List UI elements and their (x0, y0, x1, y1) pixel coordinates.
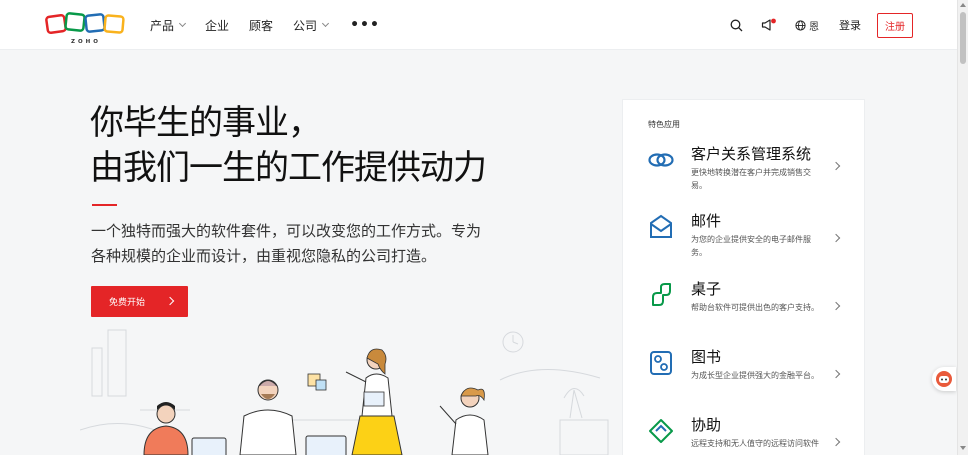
chat-bot-icon (936, 371, 952, 387)
hero-title-line1: 你毕生的事业， (90, 103, 322, 143)
person-yellow-skirt (345, 348, 403, 455)
app-name: 协助 (691, 416, 722, 434)
app-desc: 帮助台软件可提供出色的客户支持。 (691, 303, 819, 312)
nav-item-label: 企业 (205, 18, 230, 33)
app-name: 邮件 (691, 212, 722, 230)
chevron-right-icon (831, 233, 841, 243)
megaphone-icon (761, 18, 776, 31)
hero-divider (92, 204, 117, 206)
featured-apps-panel: 特色应用 客户关系管理系统 更快地转换潜在客户并完成销售交易。 邮件 为您的企业… (622, 99, 865, 455)
app-desc: 为您的企业提供安全的电子邮件服务。 (691, 235, 811, 257)
page: ZOHO 产品 企业 顾客 公司 ••• 恩 登录 注册 你毕生的事业， 由我们… (0, 0, 957, 455)
hero-title: 你毕生的事业， 由我们一生的工作提供动力 (90, 101, 487, 191)
zoho-logo[interactable]: ZOHO (44, 10, 128, 46)
search-icon (730, 19, 743, 31)
app-item-assist[interactable]: 协助 远程支持和无人值守的远程访问软件 (623, 416, 866, 455)
app-name: 桌子 (691, 280, 722, 298)
hero-subtitle: 一个独特而强大的软件套件，可以改变您的工作方式。专为各种规模的企业而设计，由重视… (91, 222, 482, 265)
team-illustration (80, 329, 609, 455)
top-header: ZOHO 产品 企业 顾客 公司 ••• 恩 登录 注册 (0, 0, 957, 50)
chevron-right-icon (831, 437, 841, 447)
chevron-right-icon (831, 161, 841, 171)
search-button[interactable] (730, 19, 743, 32)
logo-wordmark: ZOHO (71, 39, 101, 45)
scroll-down-arrow-icon[interactable] (960, 446, 966, 450)
nav-more-button[interactable]: ••• (350, 17, 380, 33)
app-name: 客户关系管理系统 (691, 145, 812, 163)
chevron-down-icon (178, 19, 187, 28)
chevron-right-icon (165, 296, 175, 306)
scrollbar-thumb[interactable] (960, 12, 966, 64)
cta-label: 免费开始 (109, 298, 146, 308)
signup-button[interactable]: 注册 (877, 12, 913, 38)
announcements-button[interactable] (761, 18, 777, 32)
nav-item-customers[interactable]: 顾客 (249, 17, 273, 34)
header-actions: 恩 登录 注册 (712, 0, 913, 50)
globe-icon (795, 19, 806, 31)
app-item-desk[interactable]: 桌子 帮助台软件可提供出色的客户支持。 (623, 280, 866, 341)
app-name: 图书 (691, 348, 722, 366)
nav-item-company[interactable]: 公司 (293, 17, 330, 34)
main-nav: 产品 企业 顾客 公司 ••• (150, 0, 400, 50)
app-item-crm[interactable]: 客户关系管理系统 更快地转换潜在客户并完成销售交易。 (623, 145, 866, 206)
page-scrollbar[interactable] (957, 0, 968, 455)
app-desc: 为成长型企业提供强大的金融平台。 (691, 371, 819, 380)
nav-item-enterprise[interactable]: 企业 (205, 17, 229, 34)
more-icon: ••• (350, 17, 380, 33)
app-desc: 远程支持和无人值守的远程访问软件 (691, 439, 819, 448)
nav-item-label: 顾客 (249, 18, 274, 33)
crm-icon (648, 153, 674, 167)
chevron-down-icon (322, 19, 330, 28)
featured-apps-label: 特色应用 (648, 120, 680, 129)
language-label: 恩 (809, 21, 819, 33)
scroll-up-arrow-icon[interactable] (960, 3, 966, 7)
person-ponytail (439, 387, 489, 455)
chevron-right-icon (831, 369, 841, 379)
app-item-mail[interactable]: 邮件 为您的企业提供安全的电子邮件服务。 (623, 212, 866, 273)
desk-icon (652, 283, 671, 306)
nav-item-label: 公司 (293, 18, 318, 33)
books-icon (650, 351, 672, 375)
zoho-logo-icon: ZOHO (45, 12, 125, 45)
chat-widget-button[interactable] (932, 367, 956, 391)
mail-icon (650, 214, 672, 238)
nav-item-label: 产品 (150, 18, 175, 33)
app-item-books[interactable]: 图书 为成长型企业提供强大的金融平台。 (623, 348, 866, 409)
free-start-button[interactable]: 免费开始 (91, 286, 188, 317)
nav-item-products[interactable]: 产品 (150, 17, 187, 34)
person-bearded (239, 373, 347, 455)
assist-icon (649, 419, 673, 443)
language-selector[interactable]: 恩 (795, 18, 819, 33)
login-link[interactable]: 登录 (839, 17, 861, 33)
chevron-right-icon (831, 301, 841, 311)
app-desc: 更快地转换潜在客户并完成销售交易。 (691, 168, 811, 190)
hero-title-line2: 由我们一生的工作提供动力 (90, 148, 487, 188)
